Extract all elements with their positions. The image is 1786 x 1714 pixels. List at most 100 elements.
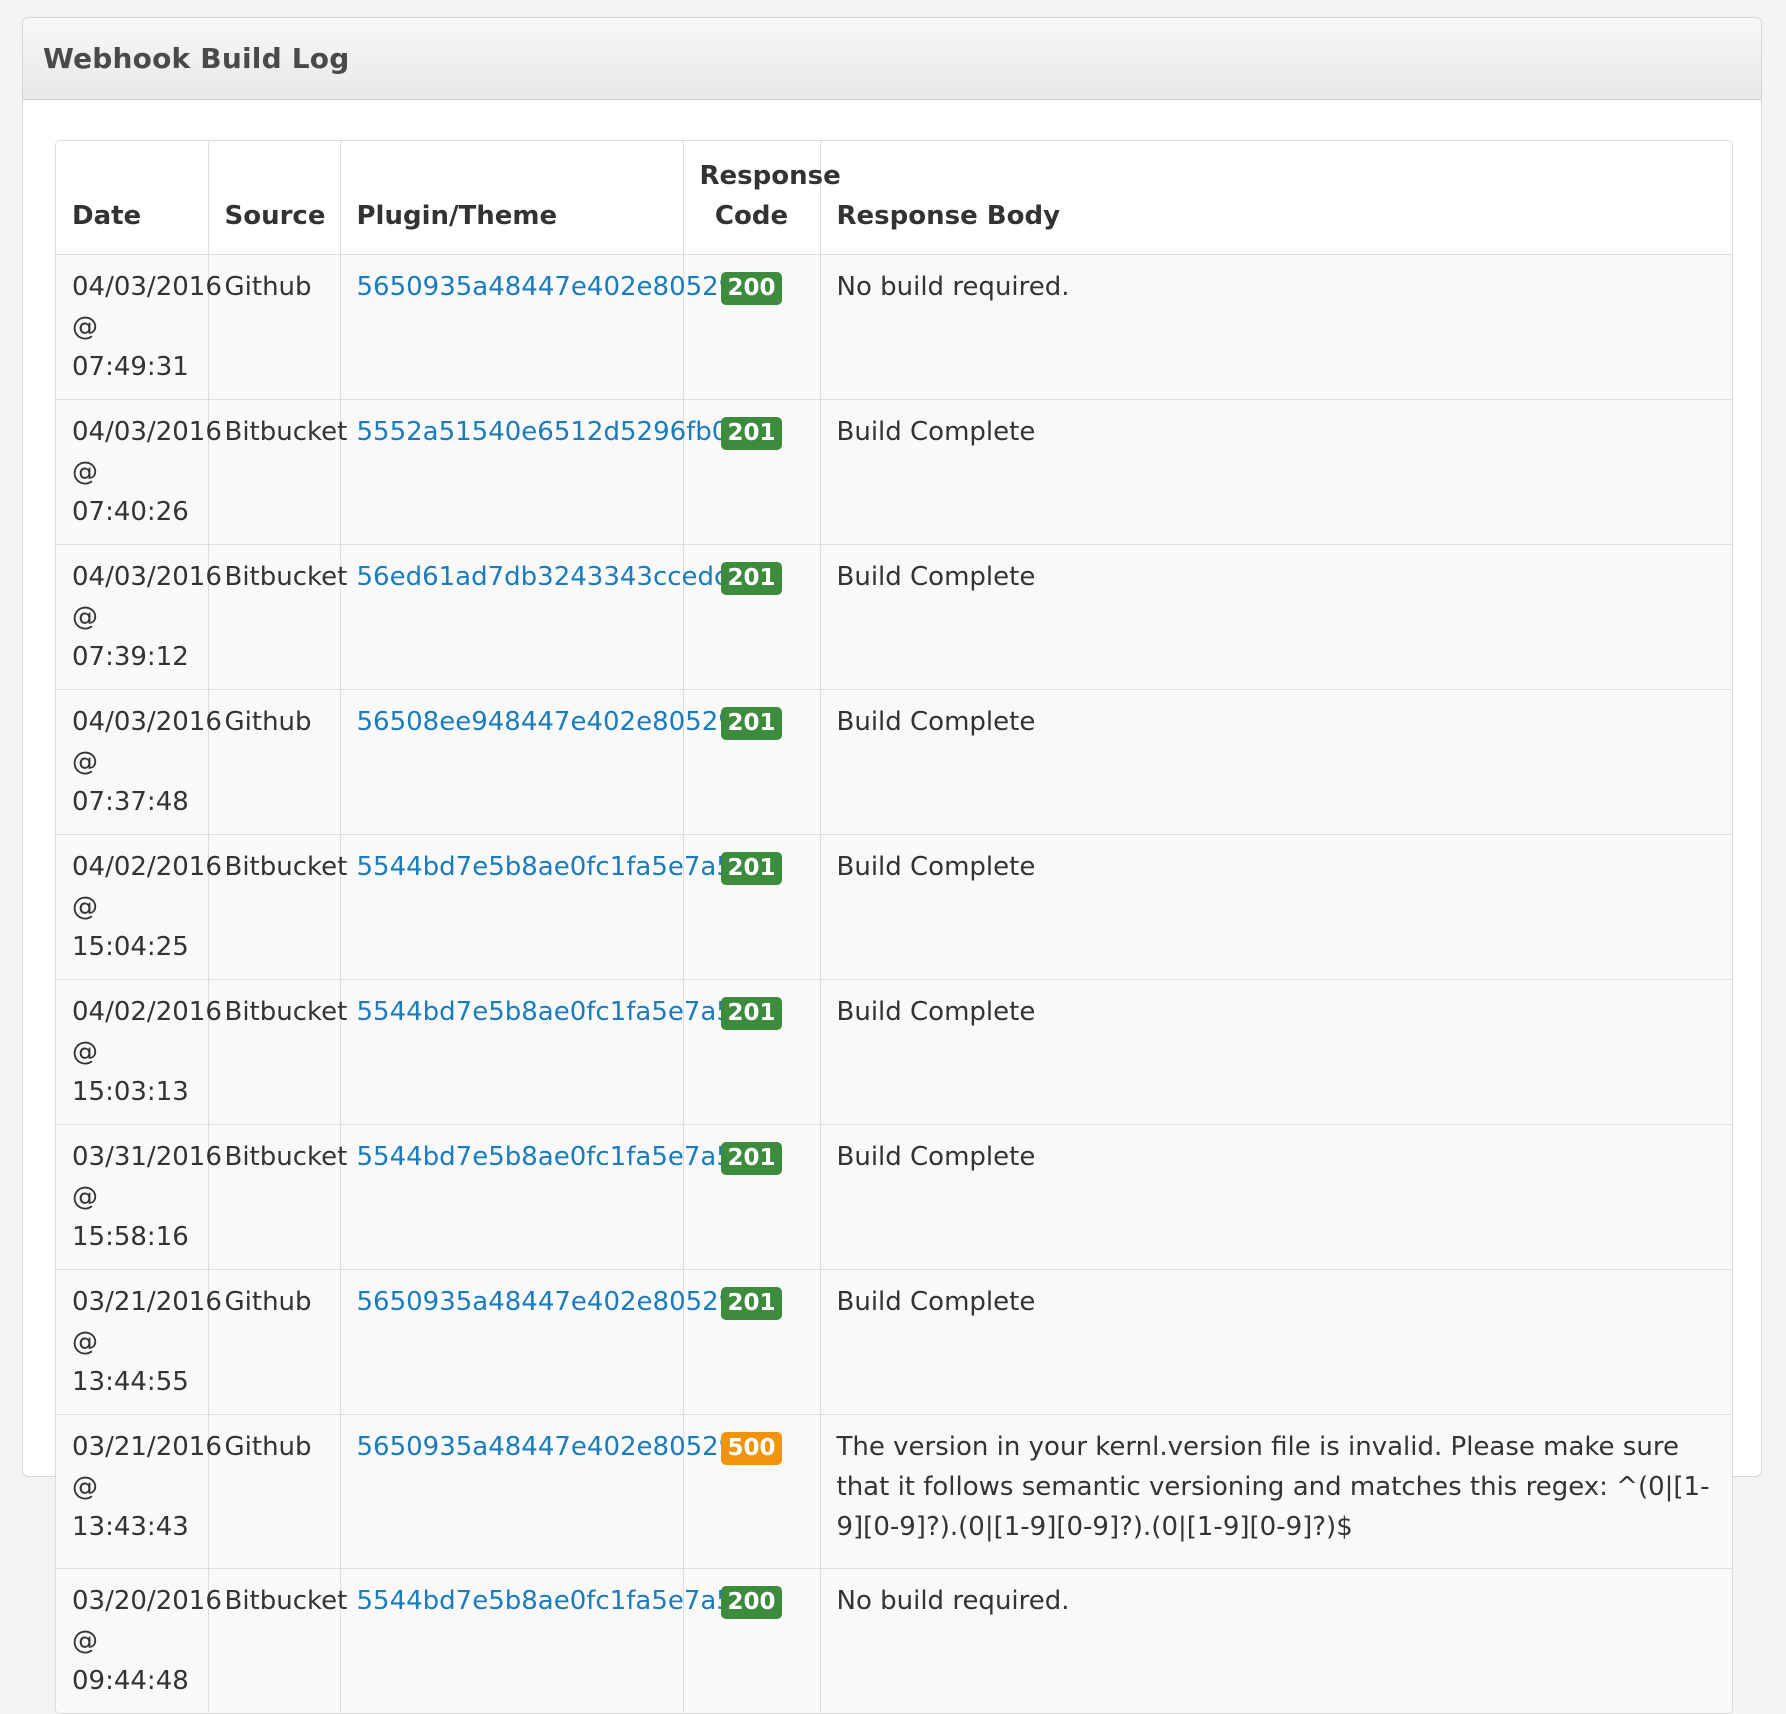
date-cell: 04/02/2016 @ 15:03:13 <box>56 979 222 1125</box>
table-header: Date Source Plugin/Theme Response Code Re… <box>56 141 1732 255</box>
plugin-theme-cell: 5544bd7e5b8ae0fc1fa5e7a5 <box>340 834 733 980</box>
date-value: 03/21/2016 <box>72 1431 222 1462</box>
table-row: 04/03/2016 @ 07:40:26 Bitbucket 5552a51540e… <box>56 399 1732 545</box>
plugin-theme-link[interactable]: 5650935a48447e402e805296 <box>357 1432 752 1462</box>
build-log-table: Date Source Plugin/Theme Response Code Re… <box>56 141 1732 1713</box>
time-value: @ 09:44:48 <box>72 1625 189 1696</box>
time-value: @ 07:39:12 <box>72 601 189 672</box>
source-cell: Github <box>208 1269 341 1415</box>
plugin-theme-link[interactable]: 5650935a48447e402e805296 <box>357 272 752 302</box>
plugin-theme-cell: 5650935a48447e402e805296 <box>340 1269 752 1415</box>
plugin-theme-link[interactable]: 56508ee948447e402e805290 <box>357 707 752 737</box>
plugin-theme-cell: 56508ee948447e402e805290 <box>340 689 751 835</box>
time-value: @ 15:03:13 <box>72 1036 189 1107</box>
plugin-theme-cell: 5544bd7e5b8ae0fc1fa5e7a5 <box>340 1568 733 1713</box>
date-cell: 04/03/2016 @ 07:37:48 <box>56 689 222 835</box>
time-value: @ 07:49:31 <box>72 311 189 382</box>
source-cell: Github <box>208 689 341 835</box>
table-row: 04/02/2016 @ 15:03:13 Bitbucket 5544bd7e5b8… <box>56 979 1732 1125</box>
date-value: 04/03/2016 <box>72 416 222 447</box>
source-cell: Bitbucket <box>208 834 347 980</box>
plugin-theme-link[interactable]: 56ed61ad7db3243343ccedcc <box>357 562 743 592</box>
header-response-body: Response Body <box>820 141 1732 255</box>
plugin-theme-cell: 56ed61ad7db3243343ccedcc <box>340 544 743 690</box>
plugin-theme-cell: 5552a51540e6512d5296fb06 <box>340 399 745 545</box>
date-cell: 04/02/2016 @ 15:04:25 <box>56 834 222 980</box>
response-body-cell: Build Complete <box>820 979 1732 1125</box>
plugin-theme-link[interactable]: 5552a51540e6512d5296fb06 <box>357 417 745 447</box>
date-value: 03/21/2016 <box>72 1286 222 1317</box>
date-value: 04/02/2016 <box>72 996 222 1027</box>
date-value: 03/31/2016 <box>72 1141 222 1172</box>
plugin-theme-link[interactable]: 5650935a48447e402e805296 <box>357 1287 752 1317</box>
table-row: 03/20/2016 @ 09:44:48 Bitbucket 5544bd7e5b8… <box>56 1568 1732 1713</box>
header-source: Source <box>208 141 341 255</box>
date-value: 04/02/2016 <box>72 851 222 882</box>
plugin-theme-cell: 5544bd7e5b8ae0fc1fa5e7a5 <box>340 1124 733 1270</box>
date-value: 04/03/2016 <box>72 706 222 737</box>
response-body-cell: Build Complete <box>820 544 1732 690</box>
response-body-cell: Build Complete <box>820 399 1732 545</box>
date-value: 04/03/2016 <box>72 561 222 592</box>
plugin-theme-link[interactable]: 5544bd7e5b8ae0fc1fa5e7a5 <box>357 852 733 882</box>
status-badge: 201 <box>721 561 782 595</box>
build-log-table-wrapper: Date Source Plugin/Theme Response Code Re… <box>55 140 1733 1714</box>
time-value: @ 15:04:25 <box>72 891 189 962</box>
date-cell: 04/03/2016 @ 07:49:31 <box>56 254 222 400</box>
time-value: @ 07:37:48 <box>72 746 189 817</box>
source-cell: Bitbucket <box>208 1124 347 1270</box>
source-cell: Bitbucket <box>208 544 347 690</box>
table-row: 04/03/2016 @ 07:39:12 Bitbucket 56ed61ad7db… <box>56 544 1732 690</box>
date-cell: 03/31/2016 @ 15:58:16 <box>56 1124 222 1270</box>
date-cell: 03/20/2016 @ 09:44:48 <box>56 1568 222 1713</box>
response-body-cell: No build required. <box>820 254 1732 400</box>
header-response-code: Response Code <box>683 141 841 255</box>
date-cell: 04/03/2016 @ 07:39:12 <box>56 544 222 690</box>
plugin-theme-link[interactable]: 5544bd7e5b8ae0fc1fa5e7a5 <box>357 997 733 1027</box>
table-row: 03/21/2016 @ 13:43:43 Github 5650935a48447e… <box>56 1414 1732 1569</box>
table-row: 03/21/2016 @ 13:44:55 Github 5650935a48447e… <box>56 1269 1732 1415</box>
time-value: @ 15:58:16 <box>72 1181 189 1252</box>
response-body-cell: Build Complete <box>820 1269 1732 1415</box>
table-row: 04/02/2016 @ 15:04:25 Bitbucket 5544bd7e5b8… <box>56 834 1732 980</box>
status-badge: 201 <box>721 706 782 740</box>
source-cell: Bitbucket <box>208 399 347 545</box>
header-plugin-theme: Plugin/Theme <box>340 141 684 255</box>
plugin-theme-cell: 5650935a48447e402e805296 <box>340 254 752 400</box>
panel-title: Webhook Build Log <box>43 42 350 75</box>
plugin-theme-link[interactable]: 5544bd7e5b8ae0fc1fa5e7a5 <box>357 1142 733 1172</box>
status-badge: 201 <box>721 1286 782 1320</box>
status-badge: 500 <box>721 1431 782 1465</box>
plugin-theme-cell: 5544bd7e5b8ae0fc1fa5e7a5 <box>340 979 733 1125</box>
status-badge: 201 <box>721 416 782 450</box>
plugin-theme-cell: 5650935a48447e402e805296 <box>340 1414 752 1569</box>
table-body: 04/03/2016 @ 07:49:31 Github 5650935a48447e… <box>56 254 1732 1713</box>
time-value: @ 13:44:55 <box>72 1326 189 1397</box>
status-badge: 201 <box>721 851 782 885</box>
webhook-build-log-panel: Webhook Build Log Date Source Plugin/The… <box>22 17 1762 1714</box>
time-value: @ 07:40:26 <box>72 456 189 527</box>
source-cell: Github <box>208 254 341 400</box>
status-badge: 200 <box>721 271 782 305</box>
plugin-theme-link[interactable]: 5544bd7e5b8ae0fc1fa5e7a5 <box>357 1586 733 1616</box>
status-badge: 201 <box>721 1141 782 1175</box>
table-row: 03/31/2016 @ 15:58:16 Bitbucket 5544bd7e5b8… <box>56 1124 1732 1270</box>
response-body-cell: The version in your kernl.version file i… <box>820 1414 1732 1569</box>
header-response-code-line1: Response <box>699 160 841 191</box>
date-cell: 03/21/2016 @ 13:43:43 <box>56 1414 222 1569</box>
header-date: Date <box>56 141 209 255</box>
response-body-cell: Build Complete <box>820 689 1732 835</box>
source-cell: Github <box>208 1414 341 1569</box>
response-body-cell: Build Complete <box>820 834 1732 980</box>
status-badge: 200 <box>721 1585 782 1619</box>
header-response-code-line2: Code <box>714 200 789 231</box>
response-body-cell: Build Complete <box>820 1124 1732 1270</box>
header-row: Date Source Plugin/Theme Response Code Re… <box>56 141 1732 255</box>
table-row: 04/03/2016 @ 07:49:31 Github 5650935a48447e… <box>56 254 1732 400</box>
date-value: 03/20/2016 <box>72 1585 222 1616</box>
source-cell: Bitbucket <box>208 979 347 1125</box>
panel-heading: Webhook Build Log <box>23 18 1761 100</box>
date-value: 04/03/2016 <box>72 271 222 302</box>
date-cell: 04/03/2016 @ 07:40:26 <box>56 399 222 545</box>
response-body-cell: No build required. <box>820 1568 1732 1713</box>
